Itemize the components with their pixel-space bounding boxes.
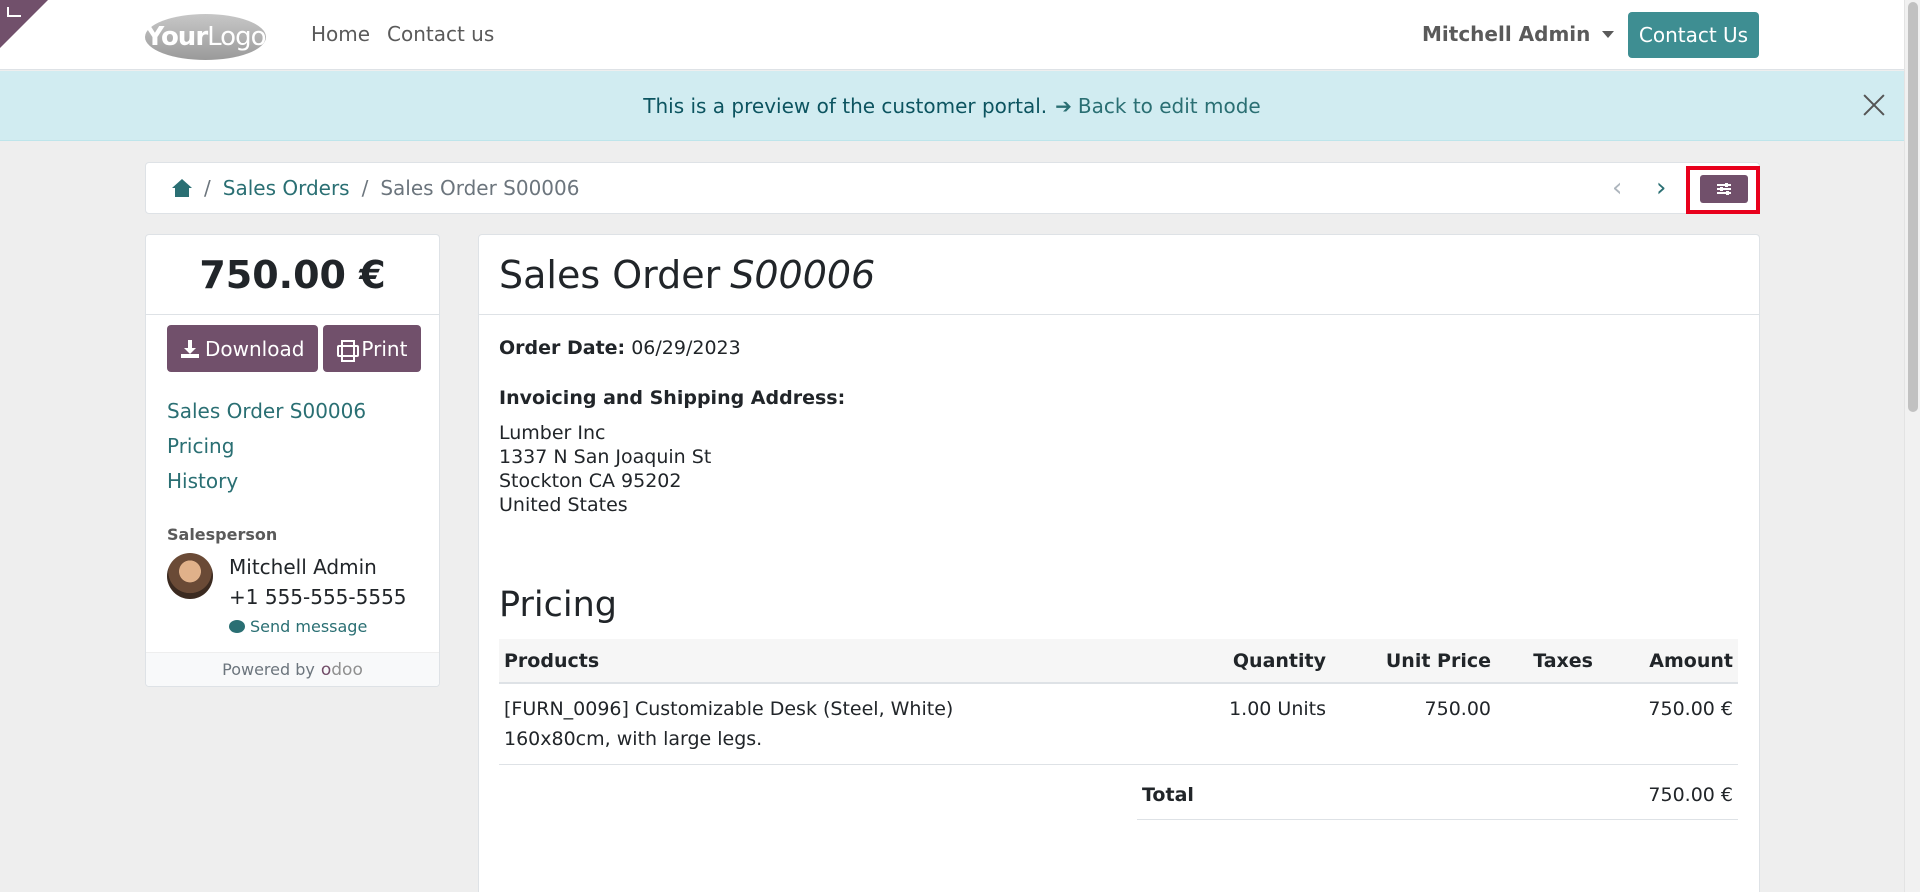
col-products: Products [499, 639, 1191, 684]
col-taxes: Taxes [1496, 639, 1598, 684]
avatar [167, 553, 213, 599]
salesperson-name: Mitchell Admin [229, 555, 377, 579]
line-taxes [1496, 683, 1598, 765]
order-amount: 750.00 € [146, 235, 439, 315]
send-message-link[interactable]: Send message [229, 617, 367, 636]
line-unit-price: 750.00 [1331, 683, 1496, 765]
salesperson-phone: +1 555-555-5555 [229, 585, 407, 609]
address-line: Stockton CA 95202 [499, 470, 682, 492]
chevron-right-icon[interactable]: › [1656, 175, 1666, 201]
print-label: Print [361, 336, 408, 361]
close-icon[interactable] [1862, 93, 1886, 117]
line-product: [FURN_0096] Customizable Desk (Steel, Wh… [499, 683, 1191, 765]
sidebar: 750.00 € Download Print Sales Order S000… [145, 234, 440, 687]
line-amount: 750.00 € [1598, 683, 1738, 765]
sales-order-card: Sales Order S00006 Order Date: 06/29/202… [478, 234, 1760, 892]
sidebar-link-history[interactable]: History [167, 469, 366, 504]
col-amount: Amount [1598, 639, 1738, 684]
nav-contact-link[interactable]: Contact us [387, 22, 494, 46]
address-line: 1337 N San Joaquin St [499, 446, 712, 468]
caret-down-icon [1602, 30, 1615, 38]
nav-home-link[interactable]: Home [311, 22, 370, 46]
address-label: Invoicing and Shipping Address: [499, 387, 846, 409]
address-line: Lumber Inc [499, 422, 606, 444]
scrollbar-thumb[interactable] [1908, 2, 1918, 412]
col-unit-price: Unit Price [1331, 639, 1496, 684]
arrow-right-icon: ➔ [1055, 93, 1072, 118]
highlight-box [1686, 166, 1760, 214]
breadcrumb-separator: / [204, 176, 211, 200]
breadcrumb-separator: / [361, 176, 369, 200]
logo-text-bold: Your [145, 22, 209, 52]
col-quantity: Quantity [1191, 639, 1331, 684]
print-icon [337, 339, 360, 362]
order-date-value: 06/29/2023 [631, 337, 741, 359]
send-message-label: Send message [250, 617, 368, 636]
sidebar-link-pricing[interactable]: Pricing [167, 434, 366, 469]
download-label: Download [205, 336, 305, 361]
user-menu[interactable]: Mitchell Admin [1422, 22, 1615, 46]
table-row: [FURN_0096] Customizable Desk (Steel, Wh… [499, 683, 1738, 765]
download-button[interactable]: Download [167, 325, 319, 372]
order-title: Sales Order [499, 252, 721, 297]
user-name: Mitchell Admin [1422, 22, 1591, 46]
address-line: United States [499, 494, 628, 516]
preview-banner: This is a preview of the customer portal… [0, 71, 1904, 141]
powered-by-label: Powered by [222, 660, 315, 679]
top-navbar: YourLogo Home Contact us Mitchell Admin … [0, 0, 1904, 70]
total-value: 750.00 € [1648, 783, 1733, 806]
line-product-description: 160x80cm, with large legs. [504, 728, 763, 750]
odoo-logo-first: o [320, 659, 332, 680]
chat-icon [229, 620, 245, 633]
powered-by: Powered by odoo [146, 652, 439, 686]
banner-text: This is a preview of the customer portal… [643, 93, 1048, 118]
breadcrumb: / Sales Orders / Sales Order S00006 ‹ › [145, 162, 1760, 214]
order-date: Order Date: 06/29/2023 [499, 337, 741, 359]
total-row: Total 750.00 € [1137, 770, 1738, 820]
edit-corner-toggle[interactable] [0, 0, 48, 48]
print-button[interactable]: Print [323, 325, 422, 372]
page-scrollbar[interactable] [1904, 0, 1920, 892]
download-icon [181, 339, 199, 358]
order-lines-table: Products Quantity Unit Price Taxes Amoun… [499, 639, 1738, 765]
total-label: Total [1142, 783, 1194, 806]
order-number: S00006 [730, 252, 876, 297]
line-quantity: 1.00 Units [1191, 683, 1331, 765]
company-logo[interactable]: YourLogo [145, 14, 267, 60]
breadcrumb-current: Sales Order S00006 [380, 176, 580, 200]
order-date-label: Order Date: [499, 337, 626, 359]
odoo-logo[interactable]: odoo [321, 660, 363, 680]
line-product-name: [FURN_0096] Customizable Desk (Steel, Wh… [504, 698, 954, 720]
odoo-logo-rest: doo [331, 659, 363, 680]
pricing-heading: Pricing [499, 585, 617, 625]
logo-text: Logo [207, 22, 266, 52]
page-title: Sales Order S00006 [479, 235, 1759, 315]
back-to-edit-link[interactable]: ➔ Back to edit mode [1055, 94, 1261, 118]
sidebar-link-sales-order[interactable]: Sales Order S00006 [167, 399, 366, 434]
salesperson-label: Salesperson [167, 525, 278, 544]
chevron-left-icon[interactable]: ‹ [1612, 175, 1622, 201]
address-block: Lumber Inc 1337 N San Joaquin St Stockto… [499, 421, 711, 517]
breadcrumb-sales-orders[interactable]: Sales Orders [223, 176, 350, 200]
contact-us-button[interactable]: Contact Us [1628, 12, 1759, 58]
home-icon[interactable] [172, 179, 192, 197]
back-to-edit-label: Back to edit mode [1077, 93, 1261, 118]
